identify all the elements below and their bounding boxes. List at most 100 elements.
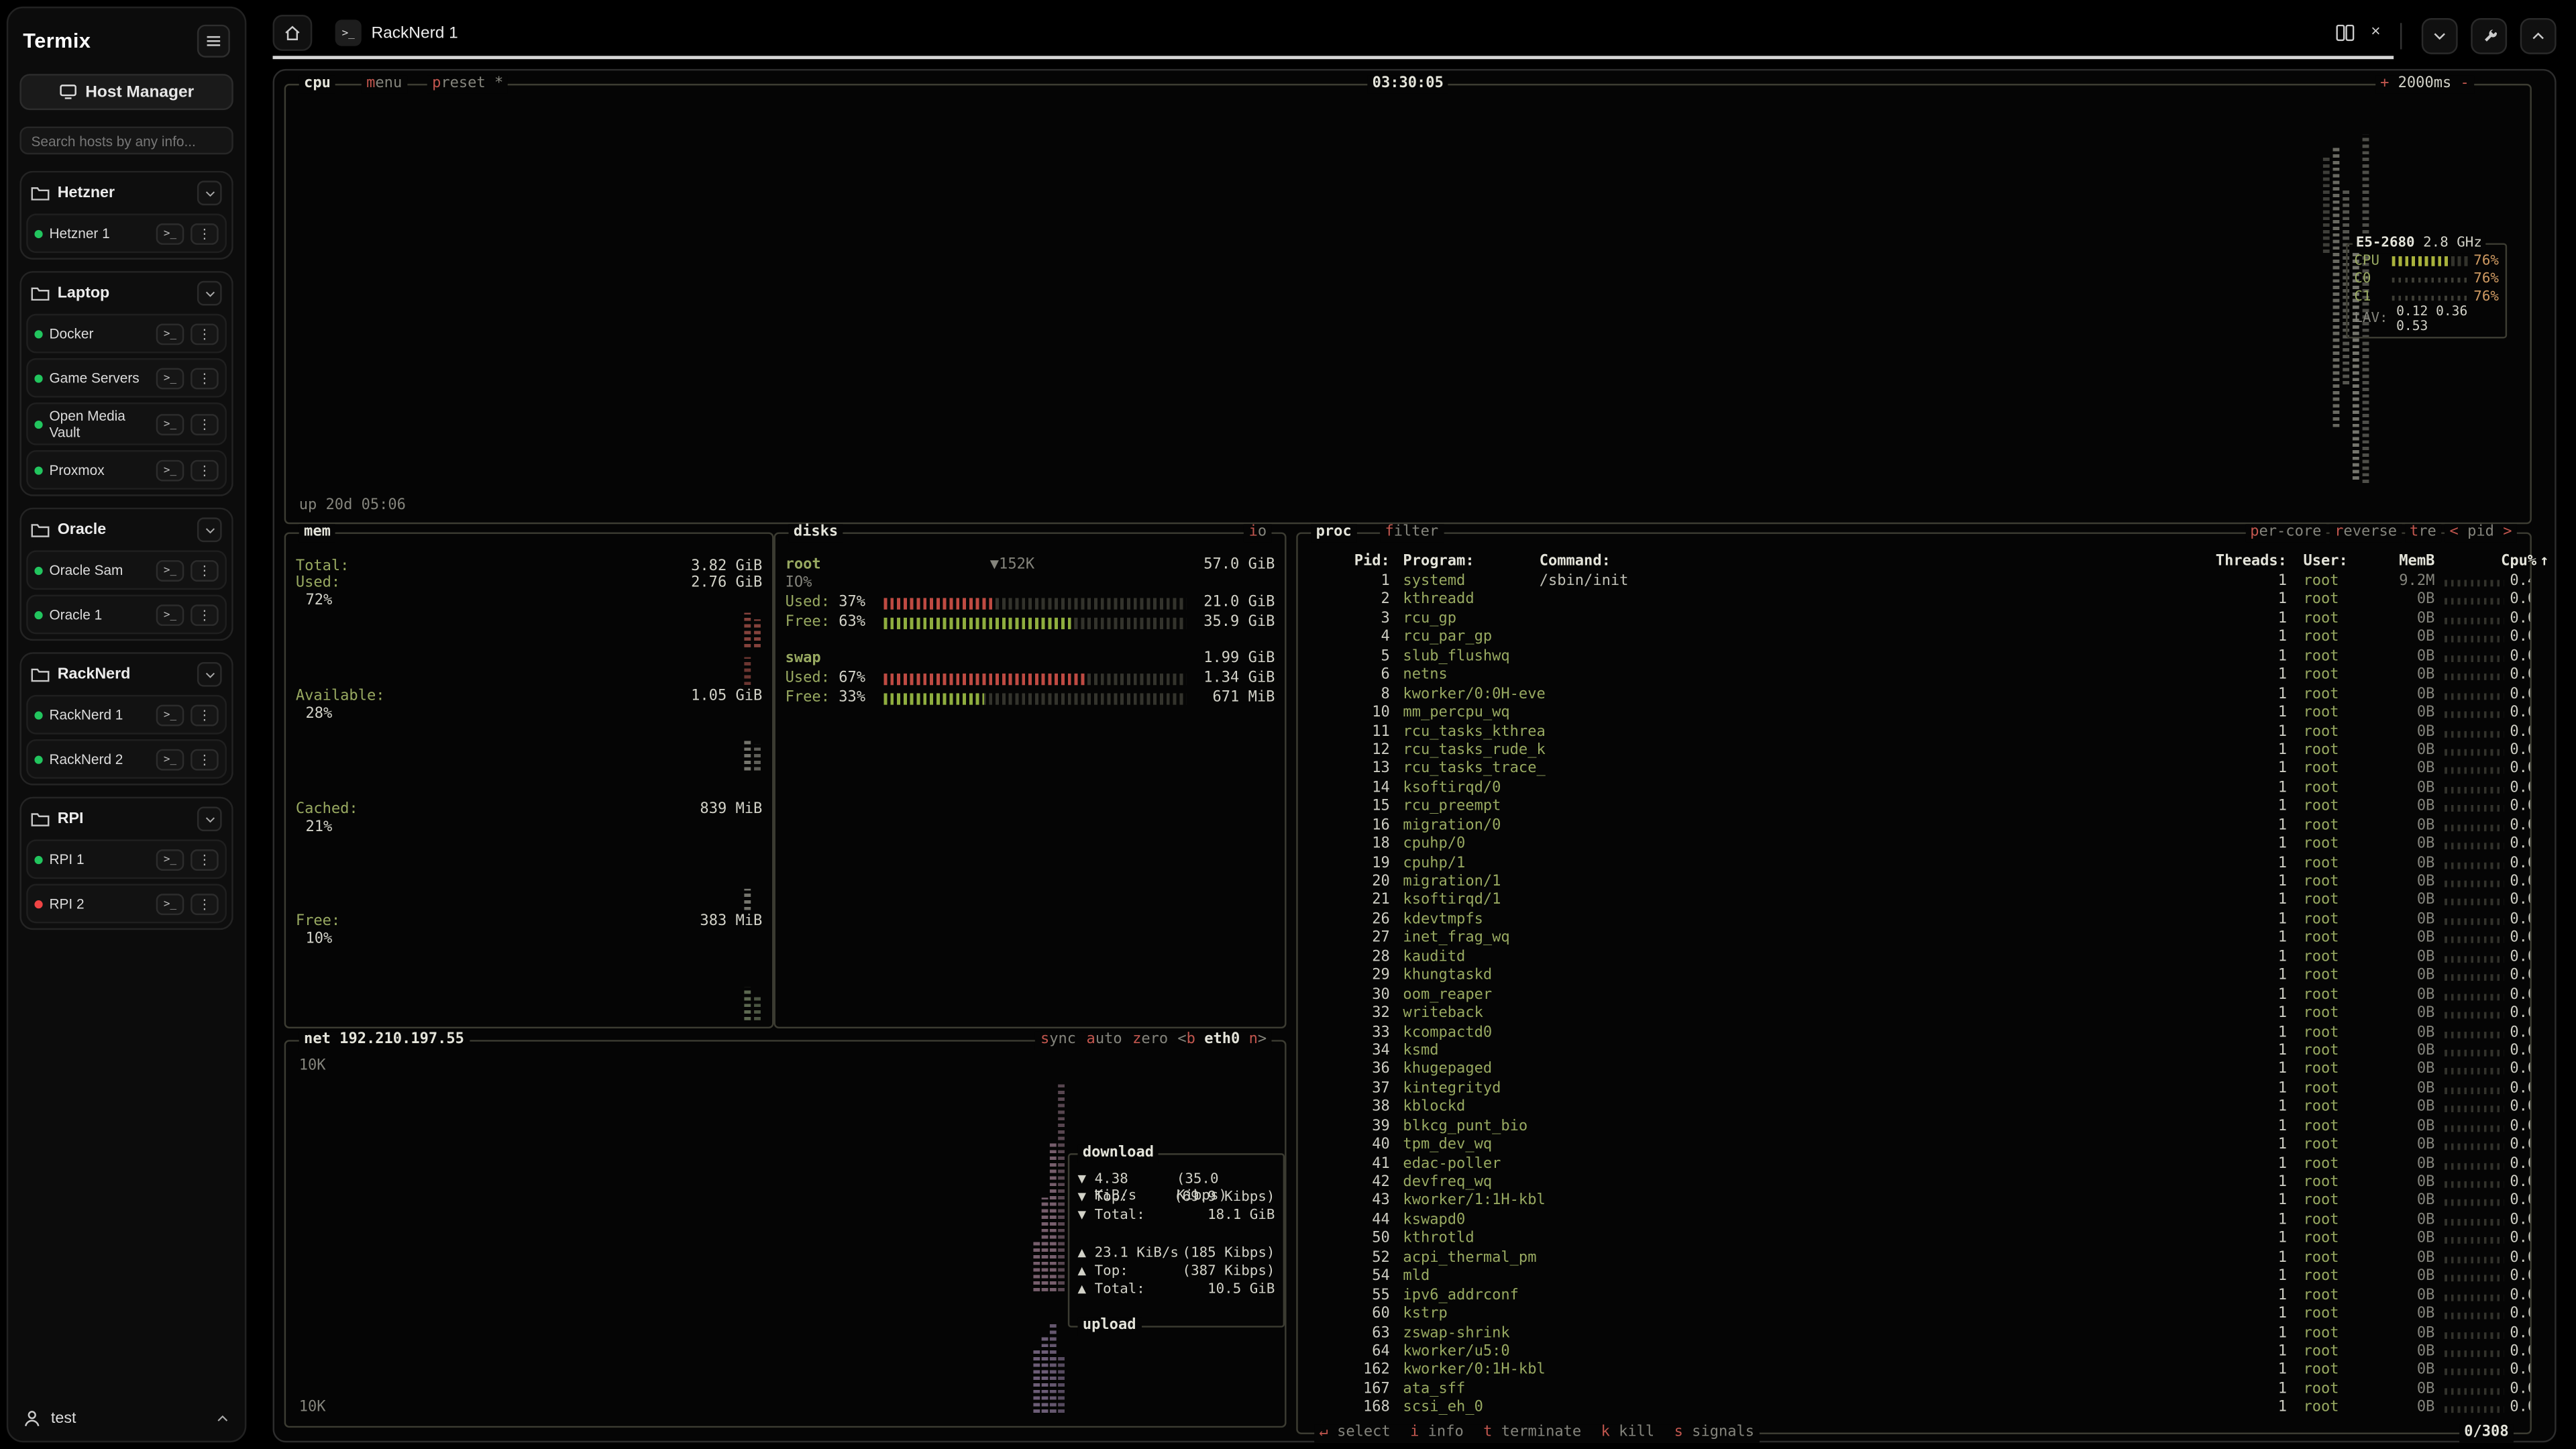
host-item[interactable]: Proxmox >_ ⋮ xyxy=(26,451,227,490)
per-core-toggle[interactable]: per-core xyxy=(2245,524,2326,542)
proc-row[interactable]: 28kauditd1root0B0.0 xyxy=(1314,949,2520,968)
host-item[interactable]: RPI 2 >_ ⋮ xyxy=(26,884,227,924)
net-auto-toggle[interactable]: auto xyxy=(1081,1032,1127,1050)
tab-list-button[interactable] xyxy=(2422,18,2458,54)
host-kebab-button[interactable]: ⋮ xyxy=(191,704,219,726)
pid-sort-switch[interactable]: < pid > xyxy=(2445,524,2517,542)
host-kebab-button[interactable]: ⋮ xyxy=(191,323,219,344)
proc-row[interactable]: 27inet_frag_wq1root0B0.0 xyxy=(1314,930,2520,949)
host-group-header[interactable]: Hetzner xyxy=(26,177,227,209)
sidebar-menu-button[interactable] xyxy=(197,25,230,58)
proc-row[interactable]: 15rcu_preempt1root0B0.0 xyxy=(1314,799,2520,818)
tab-racknerd-1[interactable]: >_ RackNerd 1 × xyxy=(322,13,2394,53)
proc-row[interactable]: 5slub_flushwq1root0B0.0 xyxy=(1314,649,2520,667)
menu-button[interactable]: menu xyxy=(362,76,407,94)
host-kebab-button[interactable]: ⋮ xyxy=(191,849,219,871)
proc-row[interactable]: 40tpm_dev_wq1root0B0.0 xyxy=(1314,1137,2520,1156)
host-kebab-button[interactable]: ⋮ xyxy=(191,460,219,481)
host-item[interactable]: Docker >_ ⋮ xyxy=(26,314,227,354)
proc-row[interactable]: 41edac-poller1root0B0.0 xyxy=(1314,1156,2520,1175)
host-terminal-button[interactable]: >_ xyxy=(156,749,184,770)
host-kebab-button[interactable]: ⋮ xyxy=(191,560,219,582)
host-item[interactable]: RPI 1 >_ ⋮ xyxy=(26,840,227,879)
proc-row[interactable]: 16migration/01root0B0.0 xyxy=(1314,818,2520,837)
update-interval[interactable]: + 2000ms - xyxy=(2375,76,2474,94)
group-collapse-button[interactable] xyxy=(197,180,222,205)
group-collapse-button[interactable] xyxy=(197,807,222,832)
collapse-button[interactable] xyxy=(2520,18,2557,54)
host-terminal-button[interactable]: >_ xyxy=(156,367,184,388)
proc-row[interactable]: 33kcompactd01root0B0.0 xyxy=(1314,1024,2520,1043)
proc-row[interactable]: 14ksoftirqd/01root0B0.0 xyxy=(1314,780,2520,799)
host-terminal-button[interactable]: >_ xyxy=(156,460,184,481)
proc-row[interactable]: 42devfreq_wq1root0B0.0 xyxy=(1314,1175,2520,1193)
search-input[interactable] xyxy=(19,127,233,155)
host-terminal-button[interactable]: >_ xyxy=(156,604,184,626)
proc-row[interactable]: 20migration/11root0B0.0 xyxy=(1314,874,2520,893)
proc-row[interactable]: 162kworker/0:1H-kbl1root0B0.0 xyxy=(1314,1362,2520,1381)
split-view-icon[interactable] xyxy=(2337,25,2355,41)
proc-row[interactable]: 4rcu_par_gp1root0B0.0 xyxy=(1314,630,2520,649)
proc-row[interactable]: 2kthreadd1root0B0.0 xyxy=(1314,592,2520,611)
host-kebab-button[interactable]: ⋮ xyxy=(191,749,219,770)
group-collapse-button[interactable] xyxy=(197,663,222,688)
proc-row[interactable]: 1systemd/sbin/init1root9.2M0.4 xyxy=(1314,574,2520,592)
proc-row[interactable]: 3rcu_gp1root0B0.0 xyxy=(1314,611,2520,630)
proc-row[interactable]: 38kblockd1root0B0.0 xyxy=(1314,1099,2520,1118)
proc-row[interactable]: 29khungtaskd1root0B0.0 xyxy=(1314,968,2520,987)
proc-row[interactable]: 13rcu_tasks_trace_1root0B0.0 xyxy=(1314,761,2520,780)
host-group-header[interactable]: RPI xyxy=(26,804,227,835)
proc-row[interactable]: 60kstrp1root0B0.0 xyxy=(1314,1306,2520,1325)
proc-row[interactable]: 44kswapd01root0B0.0 xyxy=(1314,1212,2520,1231)
home-button[interactable] xyxy=(273,15,313,51)
host-terminal-button[interactable]: >_ xyxy=(156,560,184,582)
proc-row[interactable]: 18cpuhp/01root0B0.0 xyxy=(1314,837,2520,855)
tools-button[interactable] xyxy=(2471,18,2507,54)
proc-row[interactable]: 55ipv6_addrconf1root0B0.0 xyxy=(1314,1287,2520,1306)
proc-row[interactable]: 26kdevtmpfs1root0B0.0 xyxy=(1314,912,2520,930)
net-zero-toggle[interactable]: zero xyxy=(1128,1032,1173,1050)
host-kebab-button[interactable]: ⋮ xyxy=(191,367,219,388)
host-item[interactable]: Game Servers >_ ⋮ xyxy=(26,358,227,398)
host-item[interactable]: Hetzner 1 >_ ⋮ xyxy=(26,213,227,253)
proc-row[interactable]: 36khugepaged1root0B0.0 xyxy=(1314,1062,2520,1081)
proc-row[interactable]: 10mm_percpu_wq1root0B0.0 xyxy=(1314,705,2520,724)
close-tab-button[interactable]: × xyxy=(2371,25,2380,41)
proc-row[interactable]: 21ksoftirqd/11root0B0.0 xyxy=(1314,893,2520,912)
host-terminal-button[interactable]: >_ xyxy=(156,413,184,435)
proc-row[interactable]: 54mld1root0B0.0 xyxy=(1314,1269,2520,1287)
proc-row[interactable]: 8kworker/0:0H-eve1root0B0.0 xyxy=(1314,686,2520,705)
host-terminal-button[interactable]: >_ xyxy=(156,704,184,726)
chevron-up-icon[interactable] xyxy=(215,1411,230,1426)
proc-row[interactable]: 37kintegrityd1root0B0.0 xyxy=(1314,1081,2520,1099)
host-kebab-button[interactable]: ⋮ xyxy=(191,894,219,915)
proc-row[interactable]: 63zswap-shrink1root0B0.0 xyxy=(1314,1325,2520,1344)
terminal-panel[interactable]: cpu menu preset * 03:30:05 + 2000ms - E5… xyxy=(273,69,2557,1442)
proc-row[interactable]: 30oom_reaper1root0B0.0 xyxy=(1314,987,2520,1006)
host-terminal-button[interactable]: >_ xyxy=(156,849,184,871)
host-item[interactable]: Oracle Sam >_ ⋮ xyxy=(26,551,227,590)
proc-row[interactable]: 52acpi_thermal_pm1root0B0.0 xyxy=(1314,1250,2520,1269)
proc-row[interactable]: 39blkcg_punt_bio1root0B0.0 xyxy=(1314,1118,2520,1137)
host-item[interactable]: Oracle 1 >_ ⋮ xyxy=(26,595,227,635)
proc-row[interactable]: 64kworker/u5:01root0B0.0 xyxy=(1314,1344,2520,1362)
proc-row[interactable]: 11rcu_tasks_kthrea1root0B0.0 xyxy=(1314,724,2520,743)
tree-toggle[interactable]: tre xyxy=(2405,524,2442,542)
proc-row[interactable]: 6netns1root0B0.0 xyxy=(1314,667,2520,686)
reverse-toggle[interactable]: reverse xyxy=(2330,524,2402,542)
host-group-header[interactable]: Oracle xyxy=(26,515,227,546)
net-sync-toggle[interactable]: sync xyxy=(1036,1032,1081,1050)
net-iface-switch[interactable]: <b eth0 n> xyxy=(1173,1032,1271,1050)
host-item[interactable]: RackNerd 1 >_ ⋮ xyxy=(26,696,227,735)
host-terminal-button[interactable]: >_ xyxy=(156,323,184,344)
host-item[interactable]: Open Media Vault >_ ⋮ xyxy=(26,402,227,446)
proc-row[interactable]: 34ksmd1root0B0.0 xyxy=(1314,1043,2520,1062)
proc-row[interactable]: 12rcu_tasks_rude_k1root0B0.0 xyxy=(1314,743,2520,761)
proc-row[interactable]: 50kthrotld1root0B0.0 xyxy=(1314,1231,2520,1250)
filter-button[interactable]: filter xyxy=(1380,524,1443,542)
proc-row[interactable]: 168scsi_eh_01root0B0.0 xyxy=(1314,1400,2520,1419)
proc-row[interactable]: 32writeback1root0B0.0 xyxy=(1314,1006,2520,1024)
host-manager-button[interactable]: Host Manager xyxy=(19,74,233,110)
host-kebab-button[interactable]: ⋮ xyxy=(191,604,219,626)
proc-row[interactable]: 167ata_sff1root0B0.0 xyxy=(1314,1381,2520,1400)
